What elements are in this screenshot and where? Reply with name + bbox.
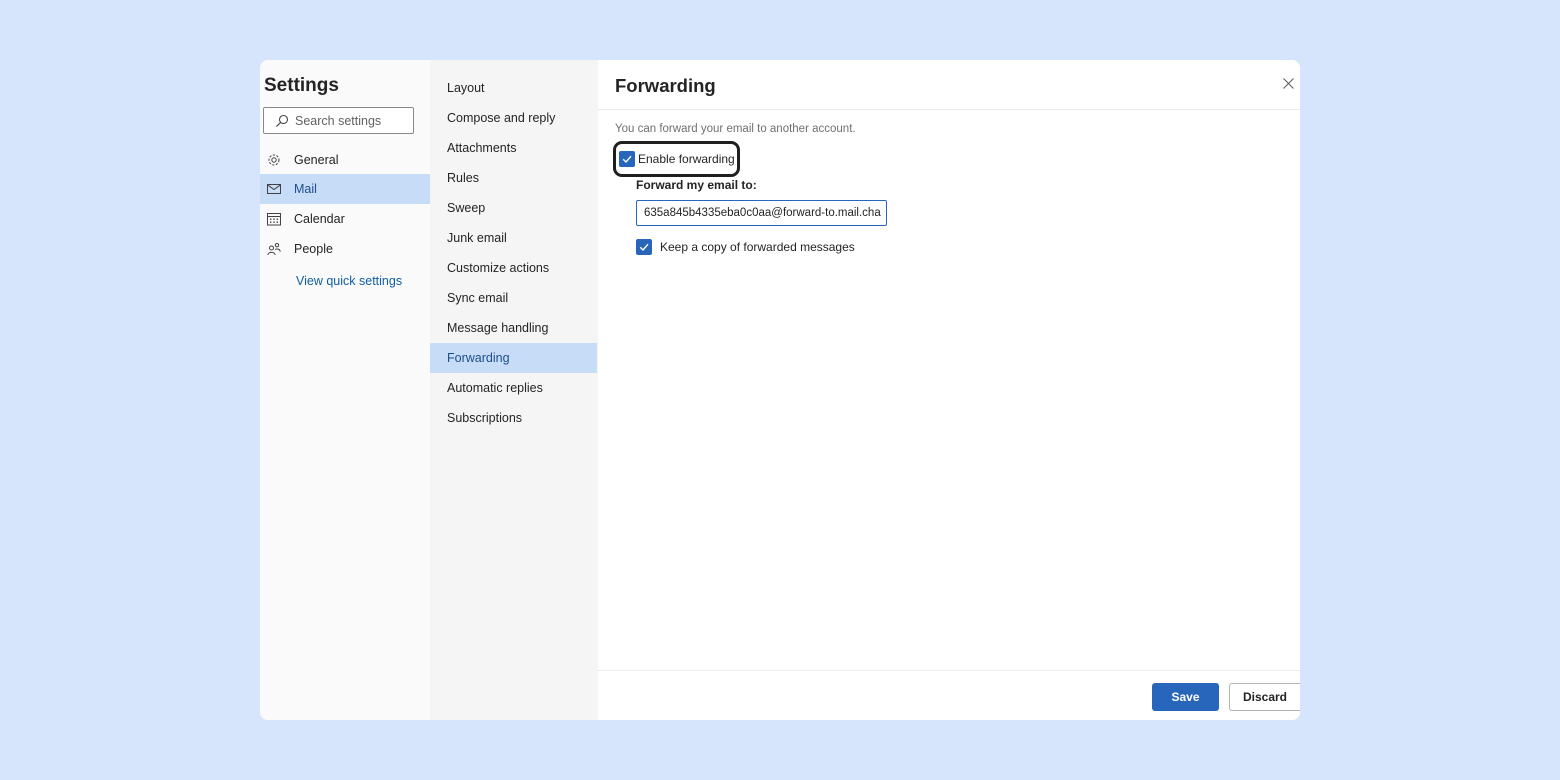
gear-icon xyxy=(267,153,281,167)
forward-to-email-value: 635a845b4335eba0c0aa@forward-to.mail.cha xyxy=(644,207,881,219)
section-label: Rules xyxy=(447,171,479,185)
people-icon xyxy=(267,242,281,256)
section-label: Forwarding xyxy=(447,351,510,365)
section-label: Sync email xyxy=(447,291,509,305)
section-label: Subscriptions xyxy=(447,411,523,425)
footer-divider xyxy=(598,670,1300,671)
settings-category-pane: Settings Search settings General Mail Ca… xyxy=(260,60,430,720)
page-title: Forwarding xyxy=(615,75,716,96)
search-placeholder: Search settings xyxy=(295,114,382,128)
header-divider xyxy=(598,109,1300,110)
category-label: People xyxy=(294,242,333,256)
category-people[interactable]: People xyxy=(260,234,430,264)
enable-forwarding-checkbox[interactable] xyxy=(619,151,635,167)
section-label: Compose and reply xyxy=(447,111,556,125)
section-attachments[interactable]: Attachments xyxy=(430,133,597,163)
forward-to-email-input[interactable]: 635a845b4335eba0c0aa@forward-to.mail.cha xyxy=(636,200,887,226)
forwarding-content-pane: Forwarding You can forward your email to… xyxy=(598,60,1300,720)
section-subscriptions[interactable]: Subscriptions xyxy=(430,403,597,433)
calendar-icon xyxy=(267,212,281,226)
forwarding-description: You can forward your email to another ac… xyxy=(615,123,856,135)
section-rules[interactable]: Rules xyxy=(430,163,597,193)
category-mail[interactable]: Mail xyxy=(260,174,430,204)
enable-forwarding-highlight: Enable forwarding xyxy=(613,141,740,177)
category-general[interactable]: General xyxy=(260,145,430,175)
section-sync-email[interactable]: Sync email xyxy=(430,283,597,313)
section-label: Attachments xyxy=(447,141,517,155)
section-junk-email[interactable]: Junk email xyxy=(430,223,597,253)
settings-dialog: Settings Search settings General Mail Ca… xyxy=(260,60,1300,720)
save-button[interactable]: Save xyxy=(1152,683,1219,711)
section-customize-actions[interactable]: Customize actions xyxy=(430,253,597,283)
section-forwarding[interactable]: Forwarding xyxy=(430,343,597,373)
section-label: Sweep xyxy=(447,201,486,215)
settings-title: Settings xyxy=(264,75,339,96)
search-settings-input[interactable]: Search settings xyxy=(263,107,414,134)
section-label: Automatic replies xyxy=(447,381,543,395)
section-message-handling[interactable]: Message handling xyxy=(430,313,597,343)
search-icon xyxy=(275,114,289,128)
view-quick-settings-link[interactable]: View quick settings xyxy=(296,274,402,288)
section-sweep[interactable]: Sweep xyxy=(430,193,597,223)
section-label: Layout xyxy=(447,81,485,95)
checkmark-icon xyxy=(639,243,649,252)
keep-copy-checkbox[interactable] xyxy=(636,239,652,255)
section-automatic-replies[interactable]: Automatic replies xyxy=(430,373,597,403)
section-label: Junk email xyxy=(447,231,507,245)
category-label: Mail xyxy=(294,182,317,196)
forward-to-label: Forward my email to: xyxy=(636,178,757,192)
section-layout[interactable]: Layout xyxy=(430,73,597,103)
checkmark-icon xyxy=(622,155,632,164)
keep-copy-label[interactable]: Keep a copy of forwarded messages xyxy=(660,240,855,254)
discard-button[interactable]: Discard xyxy=(1229,683,1300,711)
mail-sections-pane: Layout Compose and reply Attachments Rul… xyxy=(430,60,598,720)
close-icon[interactable] xyxy=(1282,77,1295,90)
category-label: Calendar xyxy=(294,212,345,226)
section-compose-and-reply[interactable]: Compose and reply xyxy=(430,103,597,133)
section-label: Customize actions xyxy=(447,261,550,275)
mail-icon xyxy=(267,182,281,196)
category-calendar[interactable]: Calendar xyxy=(260,204,430,234)
section-label: Message handling xyxy=(447,321,549,335)
enable-forwarding-label[interactable]: Enable forwarding xyxy=(638,152,735,166)
category-label: General xyxy=(294,153,339,167)
